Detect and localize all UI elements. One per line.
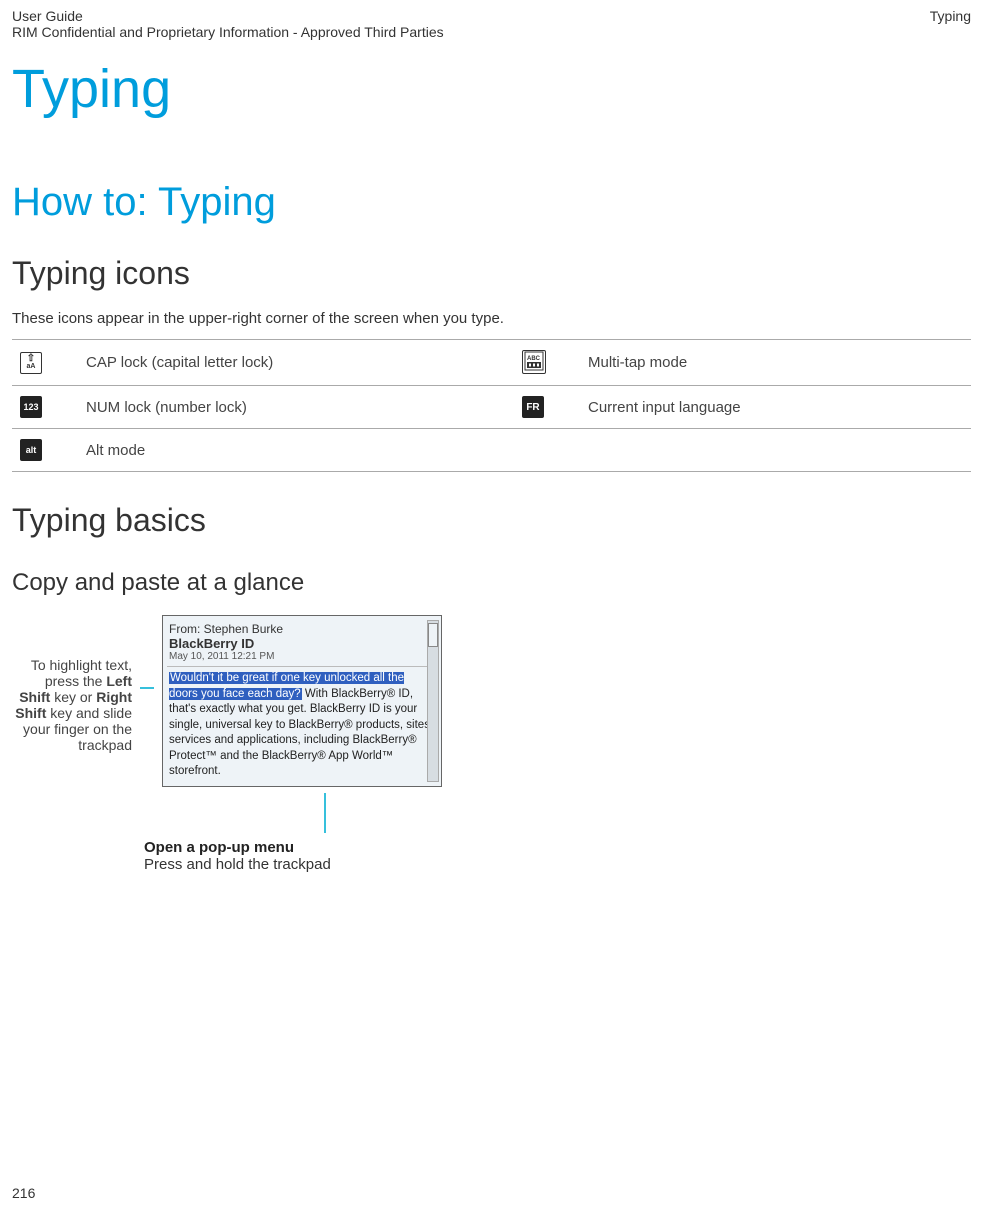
svg-text:ABC: ABC — [527, 356, 541, 362]
email-date: May 10, 2011 12:21 PM — [167, 651, 437, 667]
caplock-icon — [20, 352, 42, 374]
caplock-icon-cell — [12, 340, 78, 386]
scrollbar — [427, 620, 439, 782]
alt-label: Alt mode — [78, 429, 514, 472]
caplock-label: CAP lock (capital letter lock) — [78, 340, 514, 386]
connector-line-vertical — [324, 793, 326, 833]
subsection-icons-heading: Typing icons — [12, 255, 971, 292]
multitap-icon: ABC — [522, 350, 546, 374]
page-number: 216 — [12, 1185, 35, 1201]
multitap-icon-cell: ABC — [514, 340, 580, 386]
header-right: Typing — [930, 8, 971, 40]
page: User Guide RIM Confidential and Propriet… — [0, 0, 983, 1213]
language-icon — [522, 396, 544, 418]
popup-menu-sub: Press and hold the trackpad — [144, 856, 971, 873]
lang-label: Current input language — [580, 386, 971, 429]
page-title: Typing — [12, 58, 971, 120]
section-howto-heading: How to: Typing — [12, 180, 971, 225]
header-left-line2: RIM Confidential and Proprietary Informa… — [12, 24, 444, 40]
phone-screenshot: From: Stephen Burke BlackBerry ID May 10… — [162, 615, 442, 787]
scrollbar-thumb — [428, 623, 438, 647]
table-row: NUM lock (number lock) Current input lan… — [12, 386, 971, 429]
copy-paste-heading: Copy and paste at a glance — [12, 569, 971, 597]
numlock-icon-cell — [12, 386, 78, 429]
alt-icon-cell — [12, 429, 78, 472]
table-row: Alt mode — [12, 429, 971, 472]
header-left-line1: User Guide — [12, 8, 444, 24]
callout-popup: Open a pop-up menu Press and hold the tr… — [144, 793, 971, 873]
numlock-icon — [20, 396, 42, 418]
popup-menu-title: Open a pop-up menu — [144, 839, 971, 856]
subsection-basics-heading: Typing basics — [12, 502, 971, 539]
email-from: From: Stephen Burke — [167, 620, 437, 636]
connector-line — [140, 687, 154, 689]
numlock-label: NUM lock (number lock) — [78, 386, 514, 429]
email-body-rest: With BlackBerry® ID, that's exactly what… — [169, 688, 433, 778]
email-subject: BlackBerry ID — [167, 636, 437, 651]
callout-highlight-text: To highlight text, press the Left Shift … — [12, 615, 132, 753]
email-body: Wouldn't it be great if one key unlocked… — [167, 667, 437, 782]
alt-icon — [20, 439, 42, 461]
multitap-label: Multi-tap mode — [580, 340, 971, 386]
page-header: User Guide RIM Confidential and Propriet… — [12, 8, 971, 40]
icons-intro: These icons appear in the upper-right co… — [12, 310, 971, 327]
lang-icon-cell — [514, 386, 580, 429]
table-row: CAP lock (capital letter lock) ABC Multi… — [12, 340, 971, 386]
icons-table: CAP lock (capital letter lock) ABC Multi… — [12, 339, 971, 472]
header-left: User Guide RIM Confidential and Propriet… — [12, 8, 444, 40]
copy-paste-figure: To highlight text, press the Left Shift … — [12, 615, 971, 787]
